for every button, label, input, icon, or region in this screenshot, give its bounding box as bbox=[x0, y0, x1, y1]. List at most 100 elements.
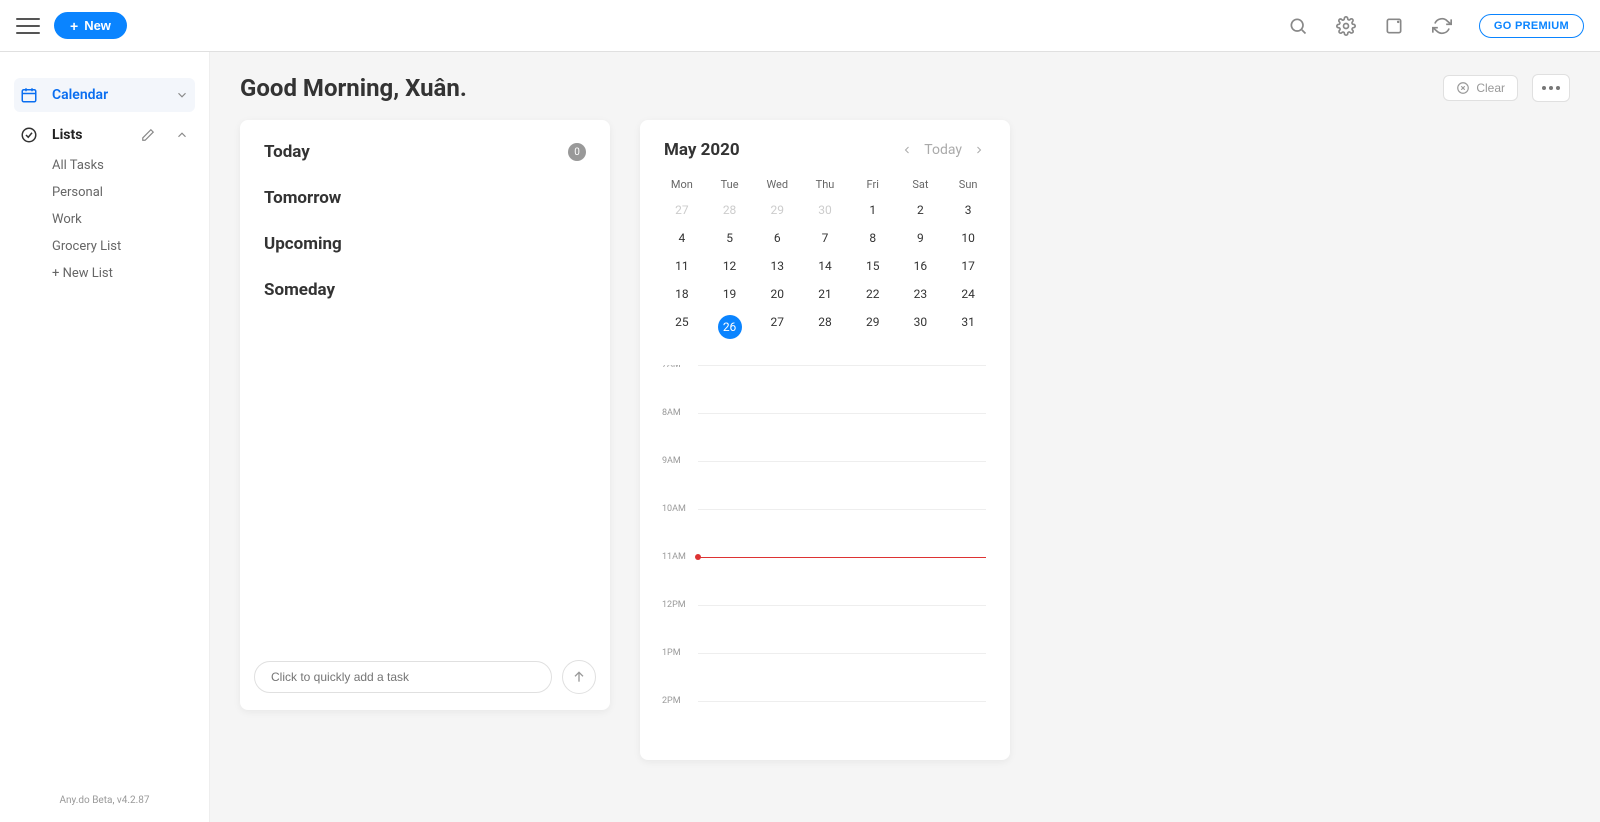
calendar-day[interactable]: 17 bbox=[944, 255, 992, 277]
calendar-day[interactable]: 20 bbox=[753, 283, 801, 305]
timeline-hour[interactable]: 11AM bbox=[698, 557, 986, 605]
task-count-badge: 0 bbox=[568, 143, 586, 161]
timeline-hour[interactable]: 7AM bbox=[698, 365, 986, 413]
timeline-hour[interactable]: 9AM bbox=[698, 461, 986, 509]
pencil-icon[interactable] bbox=[141, 128, 155, 142]
menu-toggle[interactable] bbox=[16, 14, 40, 38]
sidebar-item-lists[interactable]: Lists bbox=[14, 118, 195, 152]
plus-icon: + bbox=[70, 19, 78, 33]
timeline-hour[interactable]: 8AM bbox=[698, 413, 986, 461]
sidebar-new-list[interactable]: + New List bbox=[14, 260, 195, 287]
calendar-day[interactable]: 19 bbox=[706, 283, 754, 305]
calendar-day[interactable]: 2 bbox=[897, 199, 945, 221]
calendar-day[interactable]: 6 bbox=[753, 227, 801, 249]
sidebar-item-label: Lists bbox=[52, 127, 82, 143]
calendar-day[interactable]: 11 bbox=[658, 255, 706, 277]
add-task-submit[interactable] bbox=[562, 660, 596, 694]
timeline-hour[interactable]: 1PM bbox=[698, 653, 986, 701]
timeline-hour[interactable]: 12PM bbox=[698, 605, 986, 653]
calendar-dow: Wed bbox=[753, 178, 801, 191]
calendar-dow: Tue bbox=[706, 178, 754, 191]
calendar-day[interactable]: 14 bbox=[801, 255, 849, 277]
gear-icon[interactable] bbox=[1335, 15, 1357, 37]
calendar-dow: Thu bbox=[801, 178, 849, 191]
sidebar-list-item[interactable]: All Tasks bbox=[14, 152, 195, 179]
search-icon[interactable] bbox=[1287, 15, 1309, 37]
prev-month[interactable] bbox=[900, 143, 914, 157]
calendar-dow: Sun bbox=[944, 178, 992, 191]
add-task-input[interactable] bbox=[254, 661, 552, 693]
hour-label: 1PM bbox=[662, 648, 681, 658]
calendar-day[interactable]: 4 bbox=[658, 227, 706, 249]
calendar-day[interactable]: 30 bbox=[897, 311, 945, 343]
new-button-label: New bbox=[84, 18, 111, 33]
sidebar-item-calendar[interactable]: Calendar bbox=[14, 78, 195, 112]
calendar-day[interactable]: 10 bbox=[944, 227, 992, 249]
calendar-day[interactable]: 1 bbox=[849, 199, 897, 221]
calendar-day[interactable]: 15 bbox=[849, 255, 897, 277]
task-section-title: Upcoming bbox=[264, 234, 342, 254]
task-section[interactable]: Tomorrow bbox=[264, 188, 586, 208]
more-button[interactable] bbox=[1532, 74, 1570, 102]
today-button[interactable]: Today bbox=[924, 142, 962, 158]
calendar-day[interactable]: 30 bbox=[801, 199, 849, 221]
calendar-day[interactable]: 9 bbox=[897, 227, 945, 249]
task-section[interactable]: Upcoming bbox=[264, 234, 586, 254]
timeline-hour[interactable]: 2PM bbox=[698, 701, 986, 749]
calendar-day[interactable]: 31 bbox=[944, 311, 992, 343]
clear-button[interactable]: Clear bbox=[1443, 75, 1518, 101]
sidebar-item-label: Calendar bbox=[52, 87, 108, 103]
go-premium-button[interactable]: GO PREMIUM bbox=[1479, 14, 1584, 38]
calendar-day[interactable]: 25 bbox=[658, 311, 706, 343]
hour-label: 10AM bbox=[662, 504, 686, 514]
next-month[interactable] bbox=[972, 143, 986, 157]
calendar-day[interactable]: 13 bbox=[753, 255, 801, 277]
refresh-icon[interactable] bbox=[1431, 15, 1453, 37]
timeline-hour[interactable]: 10AM bbox=[698, 509, 986, 557]
calendar-day[interactable]: 21 bbox=[801, 283, 849, 305]
tasks-card: Today0 Tomorrow Upcoming Someday bbox=[240, 120, 610, 710]
calendar-day[interactable]: 16 bbox=[897, 255, 945, 277]
calendar-icon bbox=[20, 86, 38, 104]
popout-icon[interactable] bbox=[1383, 15, 1405, 37]
now-indicator bbox=[698, 557, 986, 558]
calendar-day[interactable]: 27 bbox=[658, 199, 706, 221]
sidebar-list-item[interactable]: Personal bbox=[14, 179, 195, 206]
task-section[interactable]: Today0 bbox=[264, 142, 586, 162]
calendar-day[interactable]: 18 bbox=[658, 283, 706, 305]
check-circle-icon bbox=[20, 126, 38, 144]
calendar-day[interactable]: 28 bbox=[706, 199, 754, 221]
calendar-card: May 2020 Today MonTueWedThuFriSatSun bbox=[640, 120, 1010, 760]
new-button[interactable]: + New bbox=[54, 12, 127, 39]
clear-label: Clear bbox=[1476, 81, 1505, 95]
calendar-day[interactable]: 26 bbox=[706, 311, 754, 343]
calendar-dow: Sat bbox=[897, 178, 945, 191]
calendar-day[interactable]: 29 bbox=[753, 199, 801, 221]
hour-label: 8AM bbox=[662, 408, 681, 418]
hour-label: 7AM bbox=[662, 365, 681, 370]
calendar-day[interactable]: 24 bbox=[944, 283, 992, 305]
calendar-day[interactable]: 28 bbox=[801, 311, 849, 343]
calendar-day[interactable]: 27 bbox=[753, 311, 801, 343]
task-section[interactable]: Someday bbox=[264, 280, 586, 300]
sidebar: Calendar Lists bbox=[0, 52, 210, 822]
hour-label: 12PM bbox=[662, 600, 686, 610]
calendar-day[interactable]: 23 bbox=[897, 283, 945, 305]
calendar-day[interactable]: 22 bbox=[849, 283, 897, 305]
chevron-down-icon bbox=[175, 88, 189, 102]
hour-label: 2PM bbox=[662, 696, 681, 706]
app-version: Any.do Beta, v4.2.87 bbox=[0, 787, 209, 822]
calendar-day[interactable]: 7 bbox=[801, 227, 849, 249]
calendar-dow: Mon bbox=[658, 178, 706, 191]
calendar-day[interactable]: 12 bbox=[706, 255, 754, 277]
calendar-day[interactable]: 3 bbox=[944, 199, 992, 221]
sidebar-list-item[interactable]: Work bbox=[14, 206, 195, 233]
sidebar-list-item[interactable]: Grocery List bbox=[14, 233, 195, 260]
close-circle-icon bbox=[1456, 81, 1470, 95]
main: Good Morning, Xuân. Clear Today0Tomorr bbox=[210, 52, 1600, 822]
calendar-day[interactable]: 5 bbox=[706, 227, 754, 249]
task-section-title: Someday bbox=[264, 280, 335, 300]
calendar-day[interactable]: 29 bbox=[849, 311, 897, 343]
now-indicator-dot bbox=[695, 554, 701, 560]
calendar-day[interactable]: 8 bbox=[849, 227, 897, 249]
